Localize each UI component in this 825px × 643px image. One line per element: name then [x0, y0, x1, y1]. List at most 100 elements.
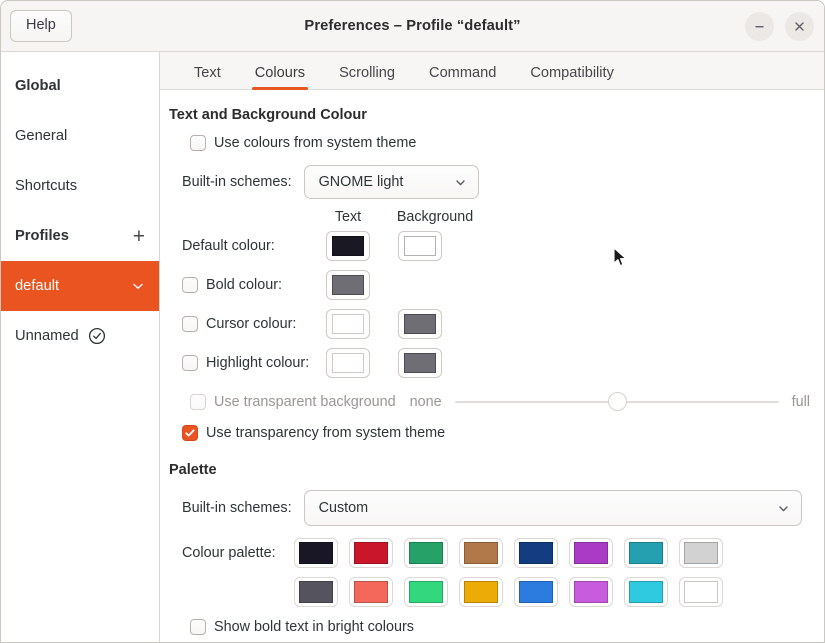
use-transparency-system-theme-label: Use transparency from system theme [206, 425, 445, 441]
window-title: Preferences – Profile “default” [1, 18, 824, 34]
minimize-icon [753, 20, 766, 33]
check-circle-icon[interactable] [88, 327, 106, 345]
palette-swatch-2-5[interactable] [569, 577, 613, 607]
content-pane: Text Colours Scrolling Command Compatibi… [160, 52, 824, 643]
preferences-window: Help Preferences – Profile “default” Glo… [0, 0, 825, 643]
sidebar-item-shortcuts[interactable]: Shortcuts [1, 161, 159, 211]
cursor-colour-checkbox[interactable] [182, 316, 198, 332]
sidebar-item-label: Global [15, 78, 145, 94]
use-transparent-background-label: Use transparent background [214, 394, 396, 410]
palette-swatch-1-4[interactable] [514, 538, 558, 568]
palette-swatch-2-4[interactable] [514, 577, 558, 607]
palette-swatch-colour [574, 581, 608, 603]
cursor-background-colour-swatch[interactable] [398, 309, 442, 339]
tab-scrolling[interactable]: Scrolling [322, 66, 412, 89]
palette-swatch-1-5[interactable] [569, 538, 613, 568]
highlight-colour-row: Highlight colour: [160, 348, 824, 378]
palette-swatch-2-3[interactable] [459, 577, 503, 607]
bold-text-colour-swatch[interactable] [326, 270, 370, 300]
tab-colours[interactable]: Colours [238, 66, 322, 89]
palette-swatch-2-1[interactable] [349, 577, 393, 607]
tab-command[interactable]: Command [412, 66, 513, 89]
palette-swatch-colour [409, 581, 443, 603]
minimize-button[interactable] [745, 12, 774, 41]
palette-swatch-2-2[interactable] [404, 577, 448, 607]
palette-swatch-colour [629, 581, 663, 603]
default-colour-label: Default colour: [160, 238, 320, 254]
default-background-colour-swatch[interactable] [398, 231, 442, 261]
use-system-theme-colours-checkbox[interactable] [190, 135, 206, 151]
palette-builtin-schemes-dropdown[interactable]: Custom [304, 490, 802, 526]
colours-tab-content: Text and Background Colour Use colours f… [160, 90, 824, 643]
sidebar-item-label: General [15, 128, 145, 144]
sidebar-item-general[interactable]: General [1, 111, 159, 161]
palette-row-1 [294, 538, 723, 568]
text-column-header: Text [320, 209, 376, 225]
show-bold-bright-row[interactable]: Show bold text in bright colours [190, 619, 824, 635]
window-body: Global General Shortcuts Profiles + defa… [1, 52, 824, 643]
tab-compatibility[interactable]: Compatibility [513, 66, 631, 89]
bold-colour-row: Bold colour: [160, 270, 824, 300]
chevron-down-icon [776, 501, 791, 516]
colour-palette-row: Colour palette: [182, 538, 824, 607]
bold-colour-checkbox[interactable] [182, 277, 198, 293]
default-colour-row: Default colour: [160, 231, 824, 261]
highlight-background-colour-swatch[interactable] [398, 348, 442, 378]
use-transparency-system-theme-checkbox[interactable] [182, 425, 198, 441]
cursor-colour-row: Cursor colour: [160, 309, 824, 339]
sidebar-item-label: Unnamed [15, 328, 79, 344]
show-bold-bright-label: Show bold text in bright colours [214, 619, 414, 635]
palette-swatch-colour [409, 542, 443, 564]
show-bold-bright-checkbox[interactable] [190, 619, 206, 635]
palette-swatch-colour [464, 542, 498, 564]
builtin-schemes-dropdown[interactable]: GNOME light [304, 165, 479, 199]
use-transparent-background-checkbox[interactable] [190, 394, 206, 410]
use-transparency-system-theme-row[interactable]: Use transparency from system theme [182, 425, 824, 441]
cursor-text-colour-swatch[interactable] [326, 309, 370, 339]
palette-swatch-1-6[interactable] [624, 538, 668, 568]
sidebar-item-global[interactable]: Global [1, 61, 159, 111]
palette-row-2 [294, 577, 723, 607]
palette-swatch-1-3[interactable] [459, 538, 503, 568]
transparency-slider[interactable] [455, 392, 779, 412]
palette-builtin-schemes-row: Built-in schemes: Custom [182, 490, 802, 526]
default-text-colour-swatch[interactable] [326, 231, 370, 261]
sidebar-item-unnamed-profile[interactable]: Unnamed [1, 311, 159, 361]
chevron-down-icon [453, 175, 468, 190]
sidebar-item-label: default [15, 278, 131, 294]
use-system-theme-colours-label: Use colours from system theme [214, 135, 416, 151]
palette-swatch-1-0[interactable] [294, 538, 338, 568]
builtin-schemes-value: GNOME light [319, 174, 453, 190]
palette-swatch-2-6[interactable] [624, 577, 668, 607]
tab-bar: Text Colours Scrolling Command Compatibi… [160, 52, 824, 90]
colour-columns-header: Text Background [160, 209, 824, 225]
palette-builtin-schemes-label: Built-in schemes: [182, 500, 292, 516]
bold-colour-label: Bold colour: [206, 277, 282, 293]
use-system-theme-colours-row[interactable]: Use colours from system theme [190, 135, 824, 151]
add-profile-icon[interactable]: + [133, 226, 145, 247]
palette-swatch-colour [354, 542, 388, 564]
palette-swatch-colour [629, 542, 663, 564]
highlight-text-colour-swatch[interactable] [326, 348, 370, 378]
sidebar-item-profiles: Profiles + [1, 211, 159, 261]
palette-swatch-1-2[interactable] [404, 538, 448, 568]
sidebar: Global General Shortcuts Profiles + defa… [1, 52, 160, 643]
use-transparent-background-row: Use transparent background none full [190, 392, 810, 412]
chevron-down-icon[interactable] [131, 279, 145, 293]
tab-text[interactable]: Text [177, 66, 238, 89]
highlight-colour-checkbox[interactable] [182, 355, 198, 371]
sidebar-item-label: Profiles [15, 228, 133, 244]
builtin-schemes-row: Built-in schemes: GNOME light [182, 165, 824, 199]
sidebar-item-label: Shortcuts [15, 178, 145, 194]
palette-swatch-1-7[interactable] [679, 538, 723, 568]
sidebar-item-default-profile[interactable]: default [1, 261, 159, 311]
close-button[interactable] [785, 12, 814, 41]
slider-thumb[interactable] [608, 392, 627, 411]
cursor-colour-label: Cursor colour: [206, 316, 296, 332]
palette-swatch-2-7[interactable] [679, 577, 723, 607]
help-button[interactable]: Help [10, 10, 72, 42]
highlight-colour-label: Highlight colour: [206, 355, 309, 371]
palette-swatch-1-1[interactable] [349, 538, 393, 568]
palette-swatch-colour [684, 542, 718, 564]
palette-swatch-2-0[interactable] [294, 577, 338, 607]
